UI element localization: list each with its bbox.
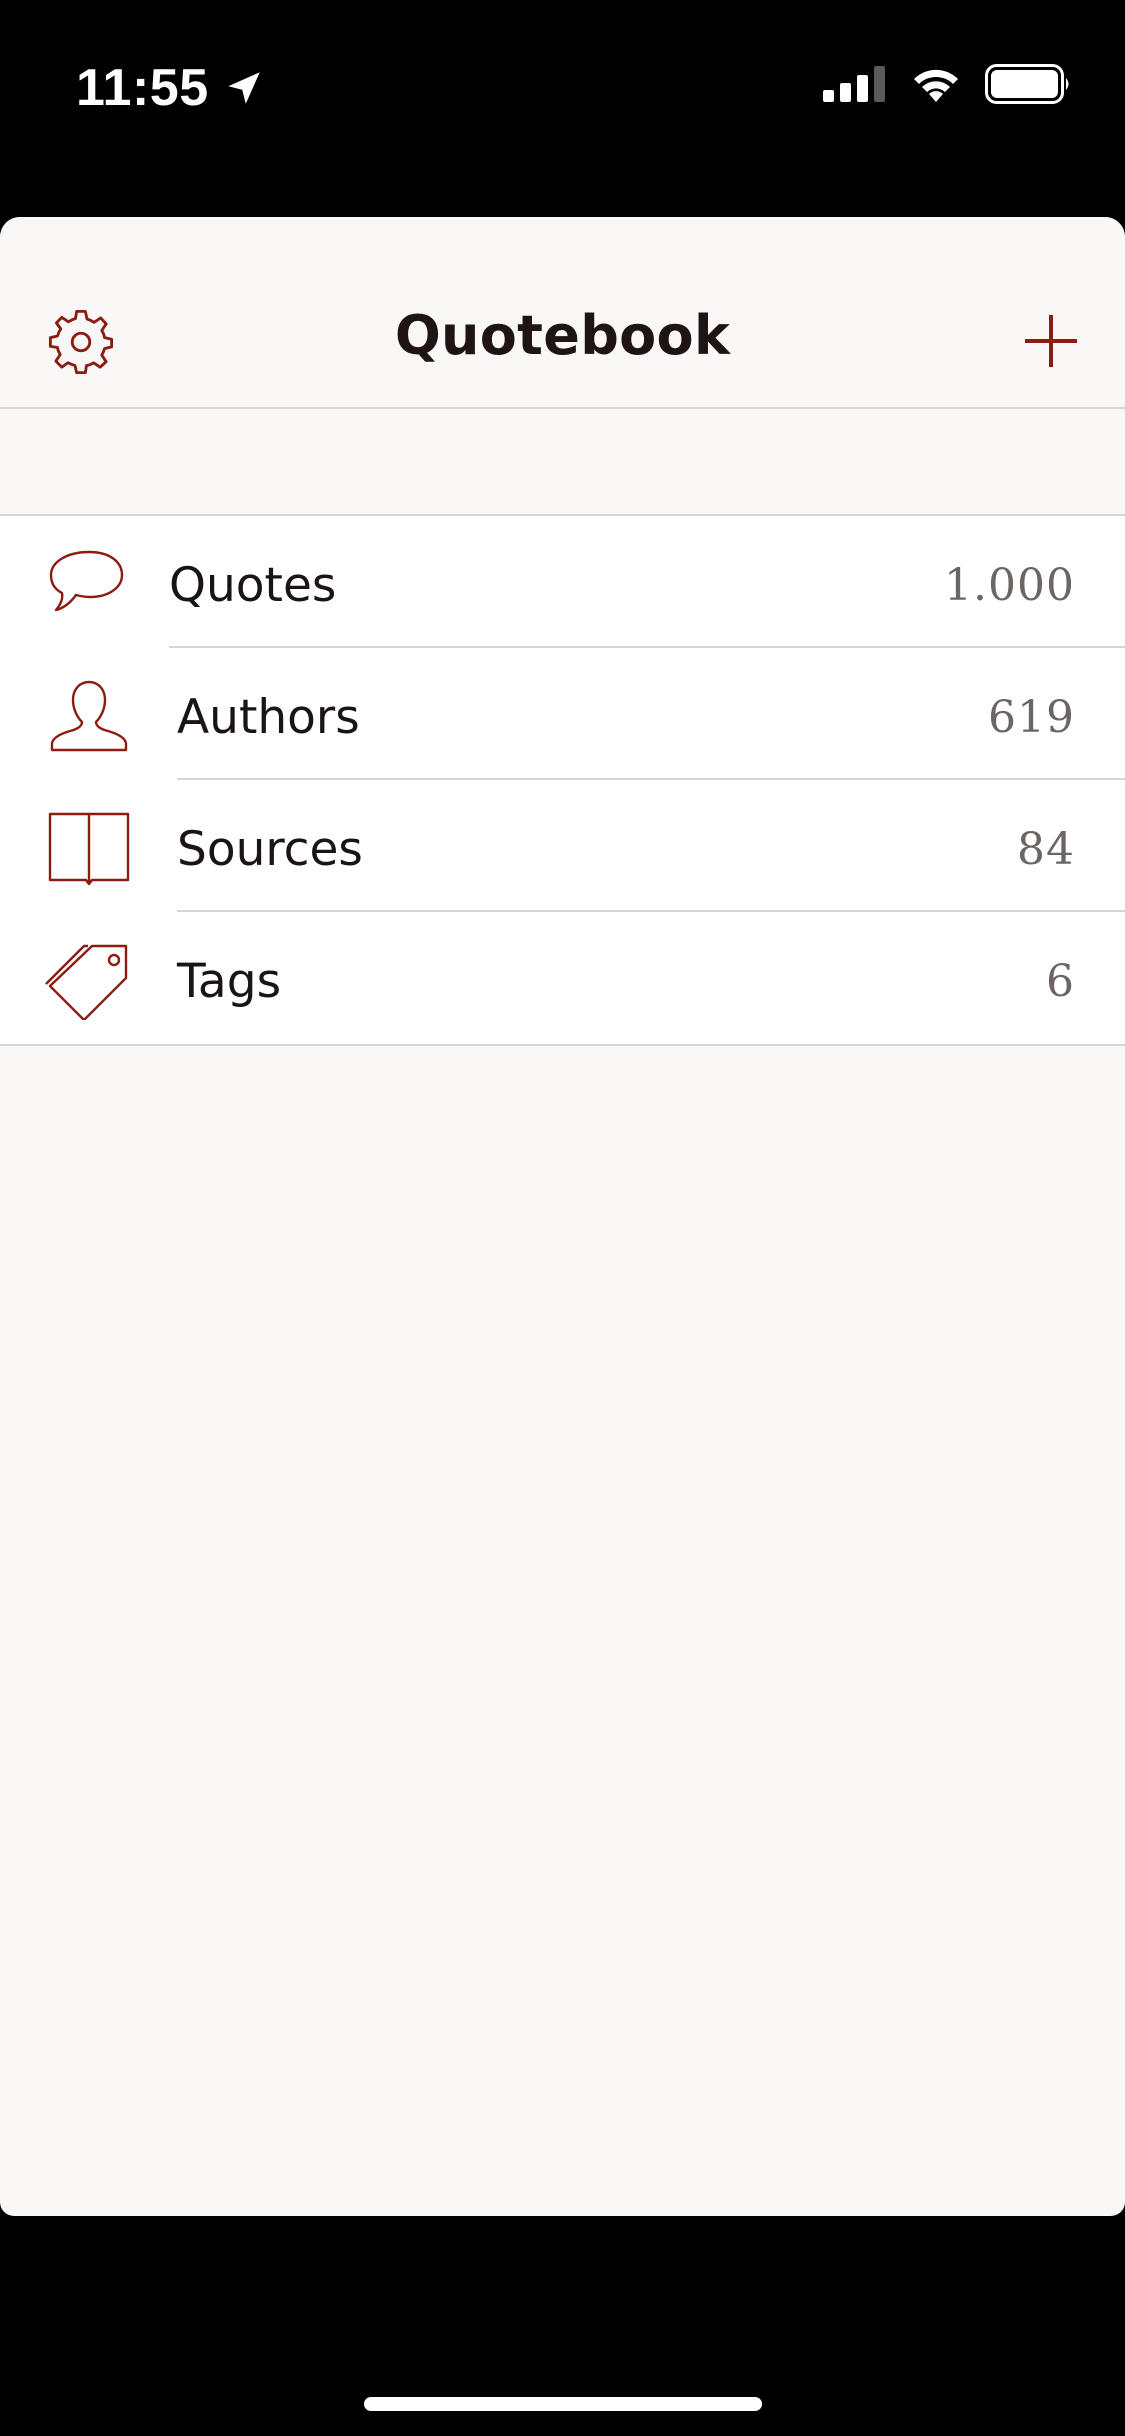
list-item-authors[interactable]: Authors 619 <box>0 648 1125 780</box>
list-item-label: Sources <box>177 822 363 877</box>
status-bar: 11:55 <box>0 0 1125 180</box>
status-icons <box>823 64 1071 104</box>
status-time-label: 11:55 <box>76 59 209 117</box>
main-sheet: Quotebook Quotes 1.000 Authors 619 Sourc… <box>0 217 1125 2216</box>
person-icon <box>50 680 128 752</box>
battery-icon <box>985 64 1069 104</box>
navigation-bar: Quotebook <box>0 217 1125 409</box>
tag-icon <box>45 944 128 1020</box>
status-time: 11:55 <box>76 58 265 118</box>
cellular-signal-icon <box>823 66 885 102</box>
list-item-count: 6 <box>1046 956 1075 1007</box>
speech-bubble-icon <box>49 550 124 612</box>
list-item-tags[interactable]: Tags 6 <box>0 912 1125 1044</box>
list-item-count: 84 <box>1017 824 1075 875</box>
list-item-label: Authors <box>177 690 360 745</box>
wifi-icon <box>914 69 958 102</box>
page-title: Quotebook <box>394 304 731 367</box>
home-indicator[interactable] <box>364 2397 762 2411</box>
list-item-label: Tags <box>177 954 282 1009</box>
plus-icon[interactable] <box>1023 313 1079 369</box>
list-item-count: 1.000 <box>944 560 1075 611</box>
list-item-label: Quotes <box>169 558 337 613</box>
library-list: Quotes 1.000 Authors 619 Sources 84 Tags… <box>0 514 1125 1046</box>
list-item-sources[interactable]: Sources 84 <box>0 780 1125 912</box>
list-item-count: 619 <box>988 692 1075 743</box>
list-item-quotes[interactable]: Quotes 1.000 <box>0 516 1125 648</box>
book-icon <box>48 812 130 886</box>
location-arrow-icon <box>227 72 260 104</box>
